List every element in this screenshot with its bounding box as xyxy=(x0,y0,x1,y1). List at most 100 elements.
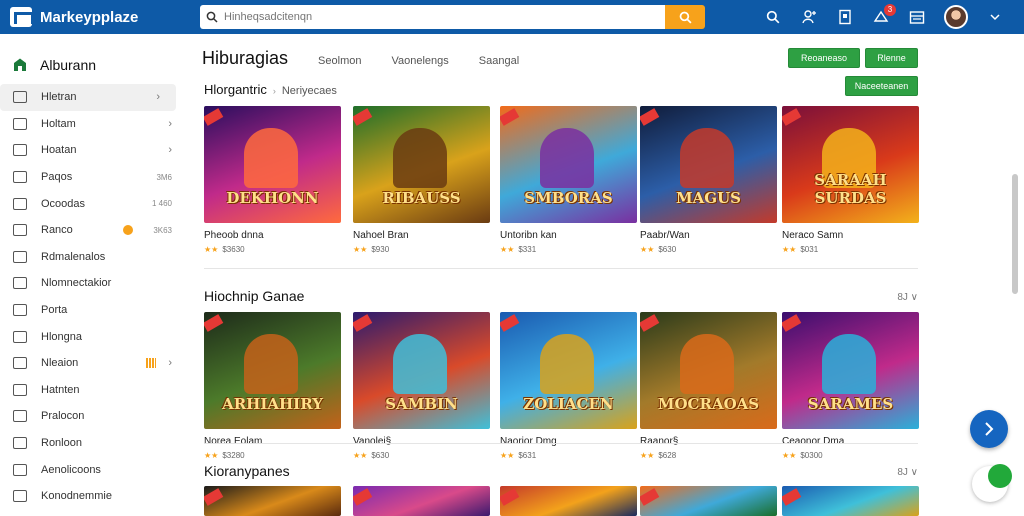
game-card[interactable]: SMBORAS Untoribn kan ★★ $331 xyxy=(500,106,637,254)
star-icon: ★★ xyxy=(500,245,515,254)
sidebar-item[interactable]: Porta xyxy=(0,297,188,324)
chevron-down-icon[interactable] xyxy=(986,8,1004,26)
game-thumbnail[interactable]: SARAMES xyxy=(782,312,919,429)
chat-button[interactable] xyxy=(972,464,1012,502)
top-bar: Markeypplaze 3 xyxy=(0,0,1024,34)
menu-icon xyxy=(13,330,27,343)
game-name[interactable]: Neraco Samn xyxy=(782,230,919,241)
top-icons: 3 xyxy=(764,0,1004,34)
sidebar-item-label: Hoatan xyxy=(41,144,77,157)
game-thumbnail[interactable]: ARHIAHIRY xyxy=(204,312,341,429)
game-thumbnail[interactable]: ZOLIACEN xyxy=(500,312,637,429)
game-card[interactable]: ZOLIACEN Naorior Dmg ★★ $631 xyxy=(500,312,637,460)
new-ribbon xyxy=(204,488,224,506)
star-icon: ★★ xyxy=(640,451,655,460)
game-logo-text: RIBAUSS xyxy=(382,189,461,207)
sidebar-item-meta: 3M6 xyxy=(156,172,172,182)
sidebar-item[interactable]: Hletran › xyxy=(0,84,176,111)
game-name[interactable]: Ceaonor Dma xyxy=(782,436,919,447)
tab-3[interactable]: Saangal xyxy=(479,55,519,67)
sidebar-item[interactable]: Ocoodas 1 460 xyxy=(0,190,188,217)
sidebar-heading[interactable]: Alburann xyxy=(0,50,188,80)
character-art xyxy=(822,334,876,394)
primary-button-2[interactable]: Rlenne xyxy=(865,48,918,68)
calendar-icon[interactable] xyxy=(908,8,926,26)
home-icon xyxy=(14,58,26,71)
sidebar-item[interactable]: Paqos 3M6 xyxy=(0,164,188,191)
sidebar-item[interactable]: Nleaion › xyxy=(0,350,188,377)
sidebar-item[interactable]: Nlomnectakior xyxy=(0,270,188,297)
subtitle-main: Hlorgantric xyxy=(204,82,267,97)
user-add-icon[interactable] xyxy=(800,8,818,26)
bars-icon xyxy=(146,358,157,369)
sidebar-item[interactable]: Hoatan › xyxy=(0,137,188,164)
primary-button-3[interactable]: Naceeteanen xyxy=(845,76,918,96)
game-card[interactable]: DEKHONN Pheoob dnna ★★ $3630 xyxy=(204,106,341,254)
next-button[interactable] xyxy=(970,410,1008,448)
search-icon[interactable] xyxy=(764,8,782,26)
notification-badge: 3 xyxy=(884,4,896,16)
game-card[interactable]: SARAMES Ceaonor Dma ★★ $0300 xyxy=(782,312,919,460)
chevron-right-icon: › xyxy=(156,91,160,104)
game-thumbnail[interactable]: SARAAH SURDAS xyxy=(782,106,919,223)
game-thumbnail[interactable]: RIBAUSS xyxy=(353,106,490,223)
game-card[interactable]: RIBAUSS Nahoel Bran ★★ $930 xyxy=(353,106,490,254)
search-field[interactable] xyxy=(200,5,665,29)
sidebar-item-label: Ronloon xyxy=(41,437,82,450)
primary-button-1[interactable]: Reoaneaso xyxy=(788,48,860,68)
sidebar-item[interactable]: Pralocon xyxy=(0,403,188,430)
section-control[interactable]: 8J ∨ xyxy=(897,467,918,478)
game-name[interactable]: Untoribn kan xyxy=(500,230,637,241)
game-name[interactable]: Raanor§ xyxy=(640,436,777,447)
game-name[interactable]: Naorior Dmg xyxy=(500,436,637,447)
sidebar-item[interactable]: Ranco 3K63 xyxy=(0,217,188,244)
game-thumbnail[interactable]: DEKHONN xyxy=(204,106,341,223)
game-name[interactable]: Norea Eolam xyxy=(204,436,341,447)
game-card[interactable]: SAMBIN Vanolei§ ★★ $630 xyxy=(353,312,490,460)
logo[interactable]: Markeypplaze xyxy=(10,7,190,27)
avatar[interactable] xyxy=(944,5,968,29)
game-name[interactable]: Vanolei§ xyxy=(353,436,490,447)
game-rating: ★★ $3630 xyxy=(204,245,341,254)
sidebar-item[interactable]: Hatnten xyxy=(0,377,188,404)
sidebar-item[interactable]: Rdmalenalos xyxy=(0,244,188,271)
new-ribbon xyxy=(500,314,520,332)
star-icon: ★★ xyxy=(500,451,515,460)
game-logo-text: ZOLIACEN xyxy=(523,395,614,413)
game-card[interactable]: ARHIAHIRY Norea Eolam ★★ $3280 xyxy=(204,312,341,460)
game-rating: ★★ $630 xyxy=(353,451,490,460)
section-control[interactable]: 8J ∨ xyxy=(897,292,918,303)
sidebar-item-label: Hlongna xyxy=(41,330,82,343)
character-art xyxy=(680,334,734,394)
tab-1[interactable]: Seolmon xyxy=(318,55,361,67)
logo-text: Markeypplaze xyxy=(40,8,139,26)
scrollbar[interactable] xyxy=(1012,174,1018,294)
notification-icon[interactable]: 3 xyxy=(872,4,896,26)
character-art xyxy=(244,334,298,394)
game-thumbnail[interactable]: SAMBIN xyxy=(353,312,490,429)
sidebar-item[interactable]: Konodnemmie xyxy=(0,483,188,510)
game-card[interactable]: MOCRAOAS Raanor§ ★★ $628 xyxy=(640,312,777,460)
game-name[interactable]: Pheoob dnna xyxy=(204,230,341,241)
sidebar-item[interactable]: Aenolicoons xyxy=(0,456,188,483)
game-thumbnail[interactable]: MOCRAOAS xyxy=(640,312,777,429)
search-input[interactable] xyxy=(224,11,644,23)
search-button[interactable] xyxy=(665,5,705,29)
sidebar-item[interactable]: Holtam › xyxy=(0,111,188,138)
tab-2[interactable]: Vaonelengs xyxy=(391,55,448,67)
sidebar-item[interactable]: Ronloon xyxy=(0,430,188,457)
bookmark-icon[interactable] xyxy=(836,8,854,26)
menu-icon xyxy=(13,437,27,450)
sidebar-item[interactable]: Hlongna xyxy=(0,323,188,350)
game-card[interactable]: SARAAH SURDAS Neraco Samn ★★ $031 xyxy=(782,106,919,254)
subtitle-secondary[interactable]: Neriyecaes xyxy=(282,85,337,97)
game-name[interactable]: Paabr/Wan xyxy=(640,230,777,241)
game-thumbnail[interactable]: MAGUS xyxy=(640,106,777,223)
game-rating: ★★ $031 xyxy=(782,245,919,254)
game-card[interactable]: MAGUS Paabr/Wan ★★ $630 xyxy=(640,106,777,254)
new-ribbon xyxy=(782,314,802,332)
game-name[interactable]: Nahoel Bran xyxy=(353,230,490,241)
sidebar-item-label: Hatnten xyxy=(41,383,80,396)
game-thumbnail[interactable]: SMBORAS xyxy=(500,106,637,223)
new-ribbon xyxy=(640,108,660,126)
